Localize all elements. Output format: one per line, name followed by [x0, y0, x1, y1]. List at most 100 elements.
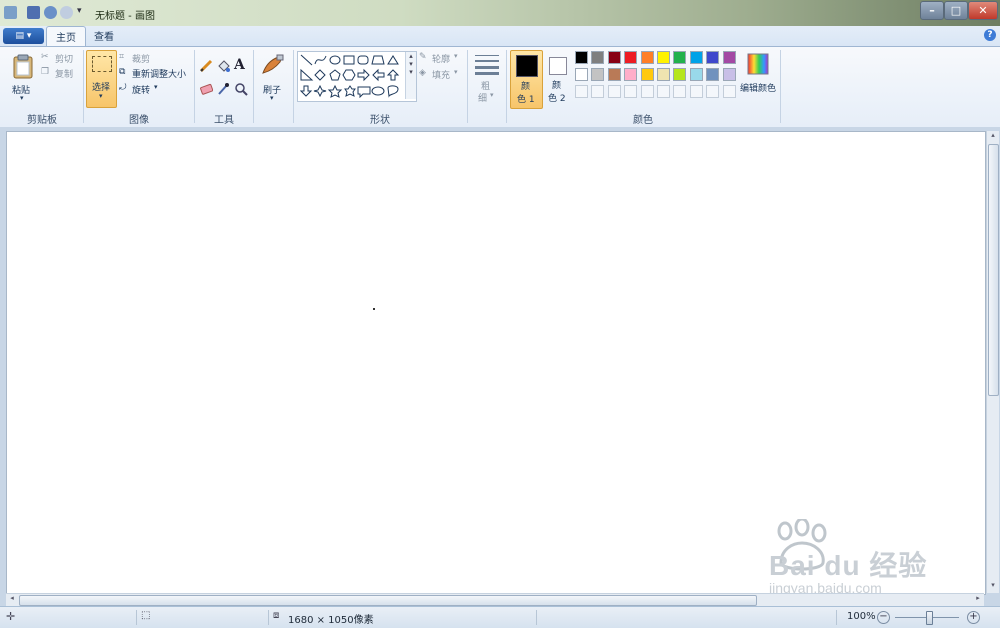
shapes-group-label: 形状: [370, 115, 390, 126]
save-icon[interactable]: [27, 6, 40, 19]
select-button[interactable]: 选择 ▾: [86, 50, 117, 108]
edit-colors-button[interactable]: 编辑颜色: [740, 50, 778, 106]
scroll-left-arrow-icon[interactable]: ◂: [6, 594, 18, 606]
palette-swatch[interactable]: [706, 51, 720, 64]
vertical-scrollbar[interactable]: ▴ ▾: [986, 131, 999, 593]
custom-color-slot[interactable]: [640, 85, 654, 98]
redo-icon[interactable]: [60, 6, 73, 19]
rotate-button[interactable]: ⤾ 旋转 ▾: [119, 83, 163, 96]
image-dimensions: 1680 × 1050像素: [288, 615, 374, 626]
palette-swatch[interactable]: [722, 51, 736, 64]
size-label-bottom: 细: [478, 94, 488, 104]
palette-swatch[interactable]: [575, 51, 588, 64]
zoom-out-icon[interactable]: −: [877, 611, 890, 624]
text-tool-icon[interactable]: A: [234, 57, 245, 73]
ribbon: 粘贴 ▾ ✂ 剪切 ❐ 复制 剪贴板 选择 ▾ ⌗ 裁剪 ⧉ 重新调整大小 ⤾ …: [0, 46, 1000, 128]
brushes-button[interactable]: 刷子 ▾: [258, 51, 288, 103]
tab-view[interactable]: 查看: [86, 26, 122, 45]
color1-swatch: [516, 55, 538, 77]
palette-swatch[interactable]: [624, 51, 638, 64]
palette-swatch[interactable]: [607, 51, 621, 64]
custom-color-slot[interactable]: [722, 85, 736, 98]
color1-button[interactable]: 颜 色 1: [510, 50, 543, 109]
resize-button[interactable]: ⧉ 重新调整大小: [119, 67, 191, 80]
minimize-button[interactable]: –: [920, 1, 944, 20]
help-icon[interactable]: ?: [984, 29, 996, 41]
rotate-label: 旋转: [132, 86, 151, 96]
palette-swatch[interactable]: [575, 68, 588, 81]
horizontal-scroll-thumb[interactable]: [19, 595, 757, 606]
size-button[interactable]: 粗 细 ▾: [472, 51, 502, 104]
eraser-icon[interactable]: [199, 82, 213, 96]
copy-button[interactable]: ❐ 复制: [41, 67, 77, 80]
file-menu-button[interactable]: ▤ ▾: [3, 28, 44, 44]
resize-icon: ⧉: [119, 67, 126, 77]
custom-color-slot[interactable]: [624, 85, 638, 98]
color2-button[interactable]: 颜 色 2: [544, 50, 571, 107]
shape-outline-button[interactable]: ✎ 轮廓 ▾: [419, 52, 465, 65]
fill-bucket-icon[interactable]: [216, 59, 230, 73]
horizontal-scrollbar[interactable]: ◂ ▸: [6, 593, 984, 606]
vertical-scroll-thumb[interactable]: [988, 144, 999, 396]
color1-label-top: 颜: [521, 82, 531, 92]
brush-icon: [262, 54, 284, 74]
custom-color-slot[interactable]: [673, 85, 687, 98]
undo-icon[interactable]: [44, 6, 57, 19]
zoom-in-icon[interactable]: +: [967, 611, 980, 624]
paste-button[interactable]: 粘贴 ▾: [8, 51, 38, 105]
palette-swatch[interactable]: [657, 51, 670, 64]
palette-swatch[interactable]: [624, 68, 638, 81]
size-dropdown-chevron-icon: ▾: [490, 91, 494, 99]
copy-label: 复制: [55, 70, 74, 80]
shape-fill-button[interactable]: ◈ 填充 ▾: [419, 68, 465, 81]
palette-swatch[interactable]: [673, 68, 687, 81]
edit-colors-label: 编辑颜色: [740, 84, 777, 94]
cut-button[interactable]: ✂ 剪切: [41, 52, 77, 65]
custom-color-slot[interactable]: [591, 85, 605, 98]
shapes-gallery-scroll[interactable]: ▴ ▾ ▾: [405, 52, 416, 99]
palette-swatch[interactable]: [640, 51, 654, 64]
zoom-slider-thumb[interactable]: [926, 611, 933, 625]
zoom-level: 100%: [847, 611, 876, 622]
ribbon-separator: [253, 50, 254, 123]
watermark-brand: Bai du 经验: [769, 550, 928, 581]
drawing-canvas[interactable]: Bai du 经验 jingyan.baidu.com: [6, 131, 986, 596]
paint-app-icon[interactable]: [4, 6, 17, 19]
color-picker-icon[interactable]: [216, 82, 230, 96]
colors-group-label: 颜色: [633, 115, 653, 126]
custom-color-slot[interactable]: [706, 85, 720, 98]
palette-swatch[interactable]: [689, 68, 703, 81]
select-dropdown-chevron-icon: ▾: [99, 92, 103, 100]
fill-dropdown-chevron-icon: ▾: [454, 68, 458, 76]
close-button[interactable]: ✕: [968, 1, 998, 20]
palette-swatch[interactable]: [591, 68, 605, 81]
palette-swatch[interactable]: [689, 51, 703, 64]
line-width-icon: [475, 55, 499, 75]
status-divider: [136, 610, 137, 625]
pencil-icon[interactable]: [199, 59, 213, 73]
scroll-down-arrow-icon[interactable]: ▾: [987, 581, 999, 593]
custom-color-slot[interactable]: [607, 85, 621, 98]
scroll-right-arrow-icon[interactable]: ▸: [972, 594, 984, 606]
palette-swatch[interactable]: [722, 68, 736, 81]
scroll-up-arrow-icon[interactable]: ▴: [987, 131, 999, 143]
color-palette: [575, 51, 739, 101]
scissors-icon: ✂: [41, 52, 49, 62]
palette-swatch[interactable]: [640, 68, 654, 81]
magnifier-icon[interactable]: [234, 82, 248, 96]
status-divider: [836, 610, 837, 625]
palette-swatch[interactable]: [673, 51, 687, 64]
custom-color-slot[interactable]: [657, 85, 670, 98]
crop-button[interactable]: ⌗ 裁剪: [119, 52, 159, 65]
outline-label: 轮廓: [432, 55, 451, 65]
palette-swatch[interactable]: [657, 68, 670, 81]
rotate-icon: ⤾: [119, 83, 127, 93]
tab-home[interactable]: 主页: [46, 26, 86, 46]
palette-swatch[interactable]: [607, 68, 621, 81]
maximize-button[interactable]: □: [944, 1, 968, 20]
palette-swatch[interactable]: [591, 51, 605, 64]
custom-color-slot[interactable]: [575, 85, 588, 98]
palette-swatch[interactable]: [706, 68, 720, 81]
customize-qat-chevron-icon[interactable]: ▾: [77, 6, 82, 16]
custom-color-slot[interactable]: [689, 85, 703, 98]
